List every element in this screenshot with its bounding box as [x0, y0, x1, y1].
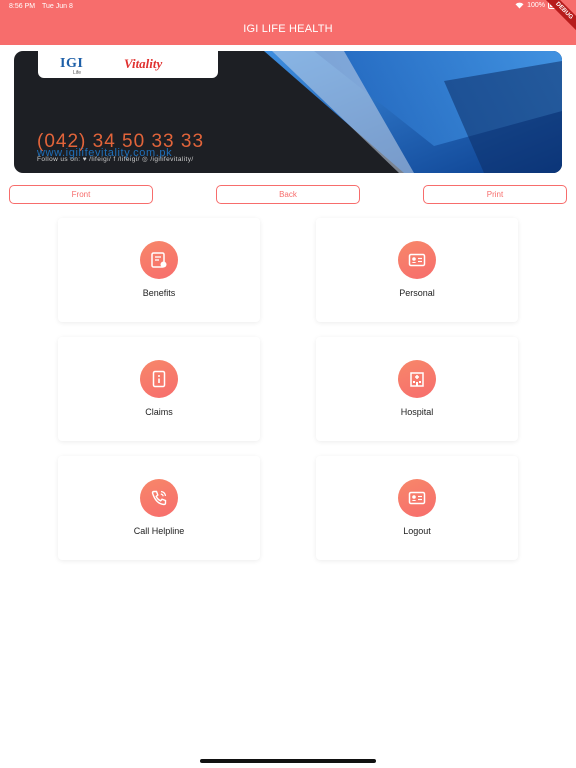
page-title: IGI LIFE HEALTH	[243, 23, 333, 35]
menu-tile-label: Personal	[399, 288, 435, 298]
menu-tile-claims[interactable]: Claims	[58, 337, 260, 441]
menu-tile-label: Hospital	[400, 407, 434, 417]
print-button[interactable]: Print	[423, 185, 567, 204]
home-indicator[interactable]	[200, 759, 376, 763]
id-card-icon	[398, 479, 436, 517]
id-card-icon	[398, 241, 436, 279]
front-button[interactable]: Front	[9, 185, 153, 204]
menu-tile-benefits[interactable]: Benefits	[58, 218, 260, 322]
phone-icon	[140, 479, 178, 517]
igi-logo-subtext: Life	[73, 70, 82, 76]
app-header: 8:56 PM Tue Jun 8 100% IGI LIFE HEALTH D…	[0, 0, 576, 45]
menu-tile-call-helpline[interactable]: Call Helpline	[58, 456, 260, 560]
menu-tile-hospital[interactable]: Hospital	[316, 337, 518, 441]
social-follow-text: Follow us on: ♥ /lifeigi/ f /lifeigi/ ◎ …	[37, 156, 194, 163]
menu-tile-personal[interactable]: Personal	[316, 218, 518, 322]
brand-logos: IGI Life Vitality	[38, 51, 218, 78]
membership-card-image: IGI Life Vitality (042) 34 50 33 33 www.…	[14, 51, 562, 173]
vitality-logo: Vitality	[124, 56, 163, 71]
battery-percent: 100%	[527, 2, 545, 9]
benefits-card-icon	[140, 241, 178, 279]
menu-tile-logout[interactable]: Logout	[316, 456, 518, 560]
hospital-icon	[398, 360, 436, 398]
app-screen: 8:56 PM Tue Jun 8 100% IGI LIFE HEALTH D…	[0, 0, 576, 768]
menu-tile-label: Call Helpline	[133, 526, 185, 536]
status-time: 8:56 PM	[9, 3, 36, 10]
wifi-icon	[515, 2, 524, 9]
menu-tile-label: Logout	[403, 526, 431, 536]
back-button[interactable]: Back	[216, 185, 360, 204]
status-bar: 8:56 PM Tue Jun 8 100%	[0, 0, 576, 14]
menu-tile-label: Claims	[145, 407, 173, 417]
info-document-icon	[140, 360, 178, 398]
menu-tile-label: Benefits	[142, 288, 176, 298]
status-date: Tue Jun 8	[42, 3, 73, 10]
